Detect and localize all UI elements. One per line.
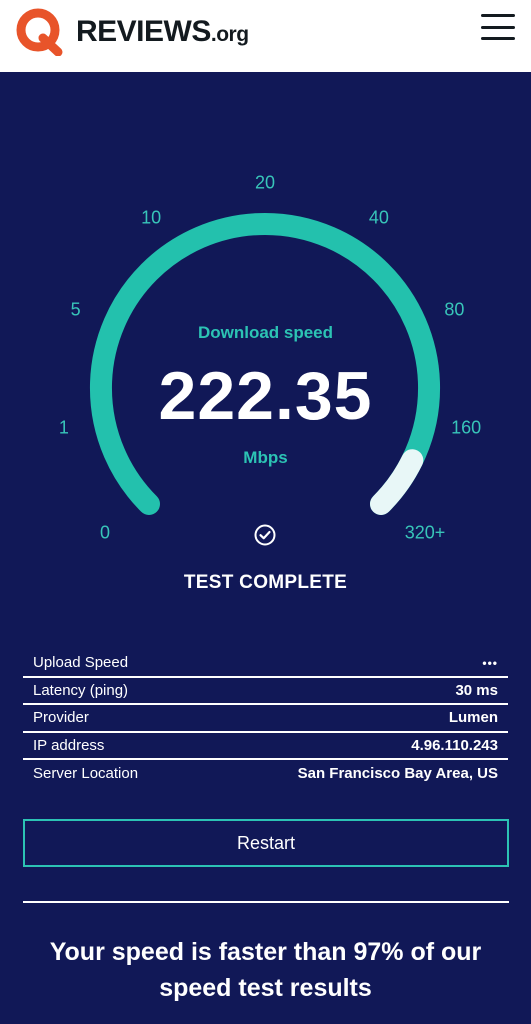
logo-suffix: .org	[210, 23, 249, 46]
gauge-tick-label: 40	[368, 207, 389, 227]
stat-label: Upload Speed	[33, 654, 129, 672]
gauge-tick-label: 80	[444, 299, 465, 319]
stat-row-latency: Latency (ping) 30 ms	[23, 678, 508, 705]
speed-gauge: 0 1 5 10 20 40 80 160 320+ Download speed 222.35…	[0, 72, 531, 594]
hamburger-menu-icon[interactable]	[481, 14, 515, 40]
download-speed-unit: Mbps	[243, 448, 288, 467]
stat-label: IP address	[33, 736, 105, 754]
speed-comparison-text: Your speed is faster than 97% of our spe…	[49, 938, 482, 1002]
stat-label: Server Location	[33, 765, 139, 783]
reviews-logo-icon	[16, 8, 63, 56]
site-logo[interactable]: REVIEWS.org	[16, 8, 249, 56]
test-status: TEST COMPLETE	[183, 572, 348, 593]
stat-row-upload: Upload Speed •••	[23, 650, 508, 678]
stat-label: Latency (ping)	[33, 681, 129, 699]
stat-value: Lumen	[448, 709, 498, 727]
site-header: REVIEWS.org	[0, 0, 531, 72]
download-speed-value: 222.35	[158, 358, 373, 434]
gauge-tick-label: 20	[254, 172, 276, 193]
stat-value: 4.96.110.243	[411, 736, 498, 754]
stat-value: 30 ms	[455, 681, 498, 699]
speed-test-panel: 0 1 5 10 20 40 80 160 320+ Download speed 222.35…	[0, 72, 531, 1024]
stat-row-provider: Provider Lumen	[23, 705, 508, 733]
stats-table: Upload Speed ••• Latency (ping) 30 ms Pr…	[23, 650, 508, 788]
loading-dots: •••	[482, 655, 498, 670]
logo-main: REVIEWS	[76, 15, 211, 48]
gauge-tick-label: 10	[141, 207, 162, 227]
download-speed-label: Download speed	[197, 323, 334, 342]
stat-row-server: Server Location San Francisco Bay Area, …	[23, 760, 508, 788]
gauge-tick-label: 5	[70, 299, 81, 319]
divider	[23, 901, 509, 903]
gauge-tick-label: 320+	[404, 522, 446, 543]
stat-row-ip: IP address 4.96.110.243	[23, 733, 508, 760]
stat-value: San Francisco Bay Area, US	[297, 765, 498, 783]
logo-text: REVIEWS.org	[76, 15, 249, 49]
gauge-tick-label: 0	[99, 522, 111, 543]
check-circle-icon	[254, 524, 276, 546]
restart-button[interactable]: Restart	[23, 819, 509, 867]
stat-label: Provider	[33, 709, 89, 727]
